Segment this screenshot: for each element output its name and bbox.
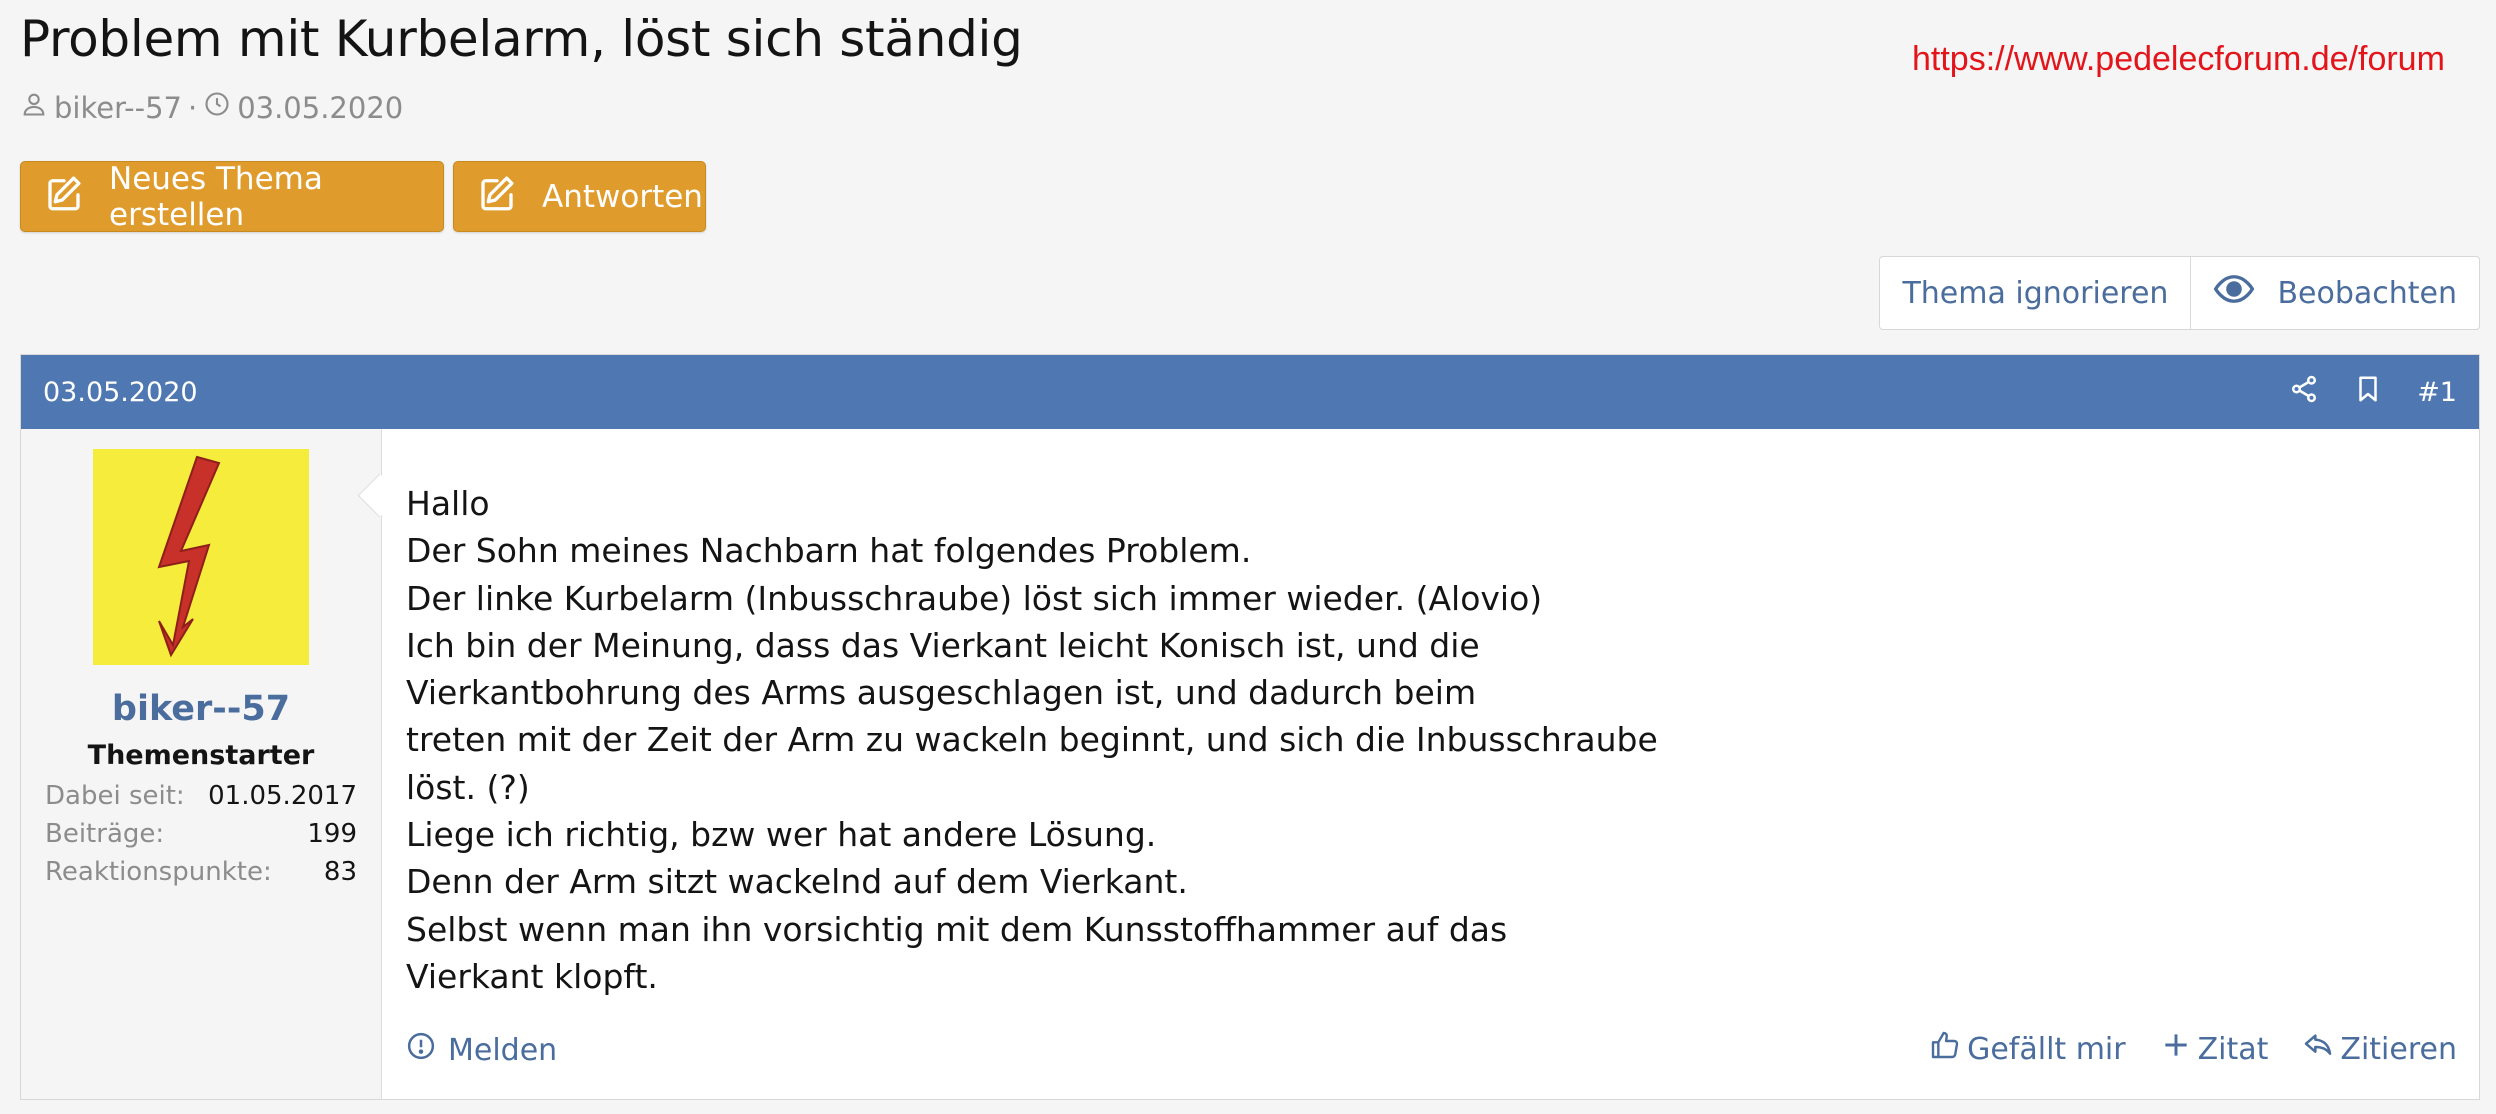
stat-label: Beiträge: — [45, 819, 165, 849]
post-line: treten mit der Zeit der Arm zu wackeln b… — [406, 720, 1658, 760]
post: 03.05.2020 #1 biker--57 Themenstarter Da… — [20, 354, 2480, 1100]
watermark-url: https://www.pedelecforum.de/forum — [1912, 40, 2445, 78]
user-cell: biker--57 Themenstarter Dabei seit: 01.0… — [21, 429, 382, 1099]
report-link[interactable]: Melden — [406, 1031, 557, 1069]
avatar[interactable] — [93, 449, 309, 665]
stat-row: Beiträge: 199 — [45, 819, 357, 857]
quote-button[interactable]: Zitieren — [2302, 1029, 2457, 1069]
like-label: Gefällt mir — [1967, 1031, 2126, 1067]
thread-date[interactable]: 03.05.2020 — [237, 91, 403, 125]
thumbs-up-icon — [1929, 1029, 1961, 1069]
clock-icon — [203, 90, 231, 125]
bookmark-icon[interactable] — [2353, 374, 2383, 411]
plus-icon — [2160, 1029, 2192, 1069]
new-thread-label: Neues Thema erstellen — [109, 160, 323, 233]
thread-meta: biker--57 · 03.05.2020 — [20, 90, 403, 125]
reply-button[interactable]: Antworten — [453, 161, 706, 232]
reply-label: Antworten — [542, 178, 703, 215]
post-line: Denn der Arm sitzt wackelnd auf dem Vier… — [406, 862, 1188, 902]
stat-value: 01.05.2017 — [208, 781, 357, 811]
post-line: Vierkantbohrung des Arms ausgeschlagen i… — [406, 673, 1477, 713]
user-icon — [20, 90, 48, 125]
post-actions: Gefällt mir Zitat Zitieren — [1929, 1029, 2457, 1069]
post-number[interactable]: #1 — [2417, 377, 2457, 408]
ignore-thread-label: Thema ignorieren — [1902, 275, 2169, 311]
post-line: Der Sohn meines Nachbarn hat folgendes P… — [406, 531, 1252, 571]
post-line: löst. (?) — [406, 767, 530, 807]
multi-quote-label: Zitat — [2197, 1031, 2269, 1067]
quote-label: Zitieren — [2340, 1031, 2457, 1067]
post-header: 03.05.2020 #1 — [21, 355, 2479, 429]
thread-author[interactable]: biker--57 — [54, 91, 182, 125]
stat-value: 83 — [323, 857, 357, 887]
thread-title: Problem mit Kurbelarm, löst sich ständig — [20, 10, 1023, 68]
post-body: Hallo Der Sohn meines Nachbarn hat folge… — [406, 480, 2459, 1000]
post-line: Der linke Kurbelarm (Inbusschraube) löst… — [406, 578, 1543, 618]
ignore-thread-button[interactable]: Thema ignorieren — [1880, 257, 2190, 329]
stat-label: Reaktionspunkte: — [45, 857, 272, 887]
post-line: Hallo — [406, 484, 490, 523]
eye-icon — [2213, 268, 2255, 318]
watch-thread-button[interactable]: Beobachten — [2190, 257, 2479, 329]
multi-quote-button[interactable]: Zitat — [2160, 1029, 2269, 1069]
report-label: Melden — [448, 1032, 558, 1068]
edit-icon — [476, 172, 518, 222]
stat-row: Dabei seit: 01.05.2017 — [45, 781, 357, 819]
thread-tools: Thema ignorieren Beobachten — [1879, 256, 2480, 330]
post-date[interactable]: 03.05.2020 — [43, 377, 198, 408]
reply-arrow-icon — [2302, 1029, 2334, 1069]
stat-value[interactable]: 199 — [307, 819, 357, 857]
post-username[interactable]: biker--57 — [21, 689, 381, 729]
post-line: Vierkant klopft. — [406, 956, 658, 996]
lightning-bolt-icon — [157, 455, 221, 658]
post-header-actions: #1 — [2289, 374, 2457, 411]
user-title: Themenstarter — [87, 740, 315, 771]
alert-icon — [406, 1031, 436, 1069]
new-thread-button[interactable]: Neues Thema erstellen — [20, 160, 444, 233]
stat-row: Reaktionspunkte: 83 — [45, 857, 357, 895]
user-stats: Dabei seit: 01.05.2017 Beiträge: 199 Rea… — [45, 781, 357, 895]
share-icon[interactable] — [2289, 374, 2319, 411]
edit-icon — [43, 172, 85, 222]
meta-separator: · — [187, 90, 198, 125]
stat-label: Dabei seit: — [45, 781, 185, 811]
post-line: Liege ich richtig, bzw wer hat andere Lö… — [406, 815, 1157, 855]
like-button[interactable]: Gefällt mir — [1929, 1029, 2126, 1069]
post-line: Selbst wenn man ihn vorsichtig mit dem K… — [406, 909, 1508, 949]
watch-thread-label: Beobachten — [2277, 275, 2457, 311]
post-line: Ich bin der Meinung, dass das Vierkant l… — [406, 625, 1480, 665]
